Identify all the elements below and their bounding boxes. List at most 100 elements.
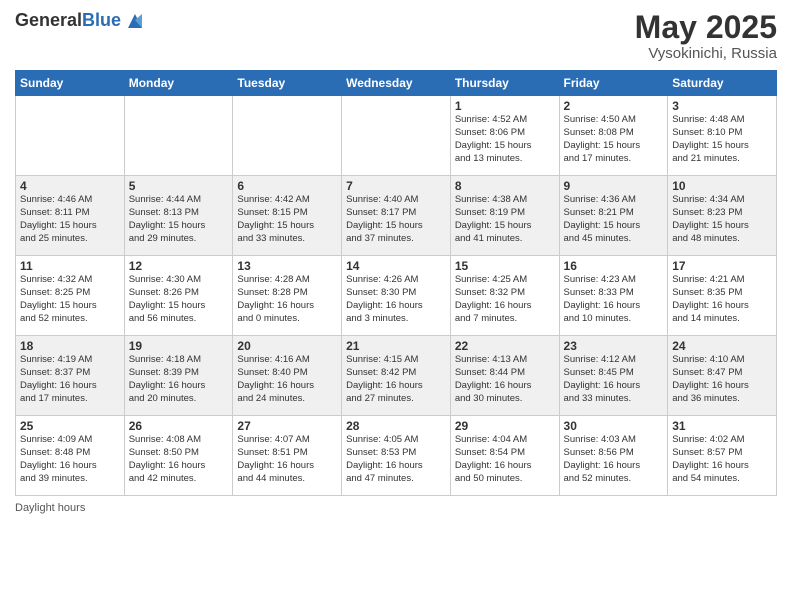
calendar-cell: 17Sunrise: 4:21 AM Sunset: 8:35 PM Dayli… xyxy=(668,256,777,336)
footer-label: Daylight hours xyxy=(15,502,85,514)
calendar-cell: 7Sunrise: 4:40 AM Sunset: 8:17 PM Daylig… xyxy=(342,176,451,256)
day-number: 2 xyxy=(564,99,664,113)
day-number: 5 xyxy=(129,179,229,193)
day-number: 27 xyxy=(237,419,337,433)
logo: GeneralBlue xyxy=(15,10,146,32)
col-friday: Friday xyxy=(559,71,668,96)
day-info: Sunrise: 4:09 AM Sunset: 8:48 PM Dayligh… xyxy=(20,434,120,485)
calendar-cell: 30Sunrise: 4:03 AM Sunset: 8:56 PM Dayli… xyxy=(559,416,668,496)
day-number: 7 xyxy=(346,179,446,193)
calendar-week-row: 1Sunrise: 4:52 AM Sunset: 8:06 PM Daylig… xyxy=(16,96,777,176)
calendar-cell: 3Sunrise: 4:48 AM Sunset: 8:10 PM Daylig… xyxy=(668,96,777,176)
calendar-cell: 12Sunrise: 4:30 AM Sunset: 8:26 PM Dayli… xyxy=(124,256,233,336)
day-number: 26 xyxy=(129,419,229,433)
day-info: Sunrise: 4:52 AM Sunset: 8:06 PM Dayligh… xyxy=(455,114,555,165)
calendar-cell xyxy=(124,96,233,176)
day-info: Sunrise: 4:10 AM Sunset: 8:47 PM Dayligh… xyxy=(672,354,772,405)
calendar-cell: 27Sunrise: 4:07 AM Sunset: 8:51 PM Dayli… xyxy=(233,416,342,496)
calendar-cell: 2Sunrise: 4:50 AM Sunset: 8:08 PM Daylig… xyxy=(559,96,668,176)
day-number: 21 xyxy=(346,339,446,353)
day-info: Sunrise: 4:34 AM Sunset: 8:23 PM Dayligh… xyxy=(672,194,772,245)
logo-icon xyxy=(124,10,146,32)
calendar-cell: 1Sunrise: 4:52 AM Sunset: 8:06 PM Daylig… xyxy=(450,96,559,176)
calendar-cell: 20Sunrise: 4:16 AM Sunset: 8:40 PM Dayli… xyxy=(233,336,342,416)
day-info: Sunrise: 4:08 AM Sunset: 8:50 PM Dayligh… xyxy=(129,434,229,485)
day-number: 24 xyxy=(672,339,772,353)
day-info: Sunrise: 4:28 AM Sunset: 8:28 PM Dayligh… xyxy=(237,274,337,325)
calendar-cell: 10Sunrise: 4:34 AM Sunset: 8:23 PM Dayli… xyxy=(668,176,777,256)
calendar-week-row: 25Sunrise: 4:09 AM Sunset: 8:48 PM Dayli… xyxy=(16,416,777,496)
day-info: Sunrise: 4:02 AM Sunset: 8:57 PM Dayligh… xyxy=(672,434,772,485)
calendar-table: Sunday Monday Tuesday Wednesday Thursday… xyxy=(15,70,777,496)
day-number: 6 xyxy=(237,179,337,193)
calendar-cell: 15Sunrise: 4:25 AM Sunset: 8:32 PM Dayli… xyxy=(450,256,559,336)
day-number: 8 xyxy=(455,179,555,193)
calendar-header-row: Sunday Monday Tuesday Wednesday Thursday… xyxy=(16,71,777,96)
day-number: 20 xyxy=(237,339,337,353)
calendar-cell xyxy=(342,96,451,176)
calendar-cell: 9Sunrise: 4:36 AM Sunset: 8:21 PM Daylig… xyxy=(559,176,668,256)
day-number: 30 xyxy=(564,419,664,433)
day-number: 9 xyxy=(564,179,664,193)
day-number: 12 xyxy=(129,259,229,273)
day-info: Sunrise: 4:30 AM Sunset: 8:26 PM Dayligh… xyxy=(129,274,229,325)
day-info: Sunrise: 4:48 AM Sunset: 8:10 PM Dayligh… xyxy=(672,114,772,165)
day-info: Sunrise: 4:46 AM Sunset: 8:11 PM Dayligh… xyxy=(20,194,120,245)
day-info: Sunrise: 4:40 AM Sunset: 8:17 PM Dayligh… xyxy=(346,194,446,245)
calendar-cell: 6Sunrise: 4:42 AM Sunset: 8:15 PM Daylig… xyxy=(233,176,342,256)
day-number: 29 xyxy=(455,419,555,433)
calendar-cell: 22Sunrise: 4:13 AM Sunset: 8:44 PM Dayli… xyxy=(450,336,559,416)
day-info: Sunrise: 4:13 AM Sunset: 8:44 PM Dayligh… xyxy=(455,354,555,405)
calendar-cell: 4Sunrise: 4:46 AM Sunset: 8:11 PM Daylig… xyxy=(16,176,125,256)
calendar-cell xyxy=(233,96,342,176)
day-info: Sunrise: 4:19 AM Sunset: 8:37 PM Dayligh… xyxy=(20,354,120,405)
day-info: Sunrise: 4:32 AM Sunset: 8:25 PM Dayligh… xyxy=(20,274,120,325)
day-info: Sunrise: 4:25 AM Sunset: 8:32 PM Dayligh… xyxy=(455,274,555,325)
calendar-cell xyxy=(16,96,125,176)
day-info: Sunrise: 4:21 AM Sunset: 8:35 PM Dayligh… xyxy=(672,274,772,325)
day-number: 19 xyxy=(129,339,229,353)
col-tuesday: Tuesday xyxy=(233,71,342,96)
logo-text: GeneralBlue xyxy=(15,10,146,32)
day-number: 15 xyxy=(455,259,555,273)
calendar-cell: 8Sunrise: 4:38 AM Sunset: 8:19 PM Daylig… xyxy=(450,176,559,256)
calendar-cell: 16Sunrise: 4:23 AM Sunset: 8:33 PM Dayli… xyxy=(559,256,668,336)
calendar-week-row: 4Sunrise: 4:46 AM Sunset: 8:11 PM Daylig… xyxy=(16,176,777,256)
day-number: 3 xyxy=(672,99,772,113)
day-info: Sunrise: 4:42 AM Sunset: 8:15 PM Dayligh… xyxy=(237,194,337,245)
title-month: May 2025 xyxy=(635,10,777,45)
calendar-cell: 31Sunrise: 4:02 AM Sunset: 8:57 PM Dayli… xyxy=(668,416,777,496)
day-number: 25 xyxy=(20,419,120,433)
col-wednesday: Wednesday xyxy=(342,71,451,96)
page: GeneralBlue May 2025 Vysokinichi, Russia… xyxy=(0,0,792,612)
day-number: 11 xyxy=(20,259,120,273)
day-number: 23 xyxy=(564,339,664,353)
calendar-cell: 11Sunrise: 4:32 AM Sunset: 8:25 PM Dayli… xyxy=(16,256,125,336)
day-info: Sunrise: 4:44 AM Sunset: 8:13 PM Dayligh… xyxy=(129,194,229,245)
day-number: 28 xyxy=(346,419,446,433)
day-number: 1 xyxy=(455,99,555,113)
calendar-cell: 28Sunrise: 4:05 AM Sunset: 8:53 PM Dayli… xyxy=(342,416,451,496)
calendar-cell: 19Sunrise: 4:18 AM Sunset: 8:39 PM Dayli… xyxy=(124,336,233,416)
col-saturday: Saturday xyxy=(668,71,777,96)
footer-note: Daylight hours xyxy=(15,502,777,514)
day-number: 13 xyxy=(237,259,337,273)
calendar-cell: 18Sunrise: 4:19 AM Sunset: 8:37 PM Dayli… xyxy=(16,336,125,416)
day-info: Sunrise: 4:50 AM Sunset: 8:08 PM Dayligh… xyxy=(564,114,664,165)
calendar-cell: 25Sunrise: 4:09 AM Sunset: 8:48 PM Dayli… xyxy=(16,416,125,496)
calendar-cell: 13Sunrise: 4:28 AM Sunset: 8:28 PM Dayli… xyxy=(233,256,342,336)
calendar-cell: 21Sunrise: 4:15 AM Sunset: 8:42 PM Dayli… xyxy=(342,336,451,416)
day-info: Sunrise: 4:05 AM Sunset: 8:53 PM Dayligh… xyxy=(346,434,446,485)
calendar-cell: 14Sunrise: 4:26 AM Sunset: 8:30 PM Dayli… xyxy=(342,256,451,336)
calendar-cell: 24Sunrise: 4:10 AM Sunset: 8:47 PM Dayli… xyxy=(668,336,777,416)
title-location: Vysokinichi, Russia xyxy=(635,45,777,62)
day-number: 18 xyxy=(20,339,120,353)
day-number: 17 xyxy=(672,259,772,273)
day-number: 31 xyxy=(672,419,772,433)
col-sunday: Sunday xyxy=(16,71,125,96)
header: GeneralBlue May 2025 Vysokinichi, Russia xyxy=(15,10,777,62)
day-number: 14 xyxy=(346,259,446,273)
day-number: 22 xyxy=(455,339,555,353)
footer: Daylight hours xyxy=(15,502,777,514)
title-block: May 2025 Vysokinichi, Russia xyxy=(635,10,777,62)
